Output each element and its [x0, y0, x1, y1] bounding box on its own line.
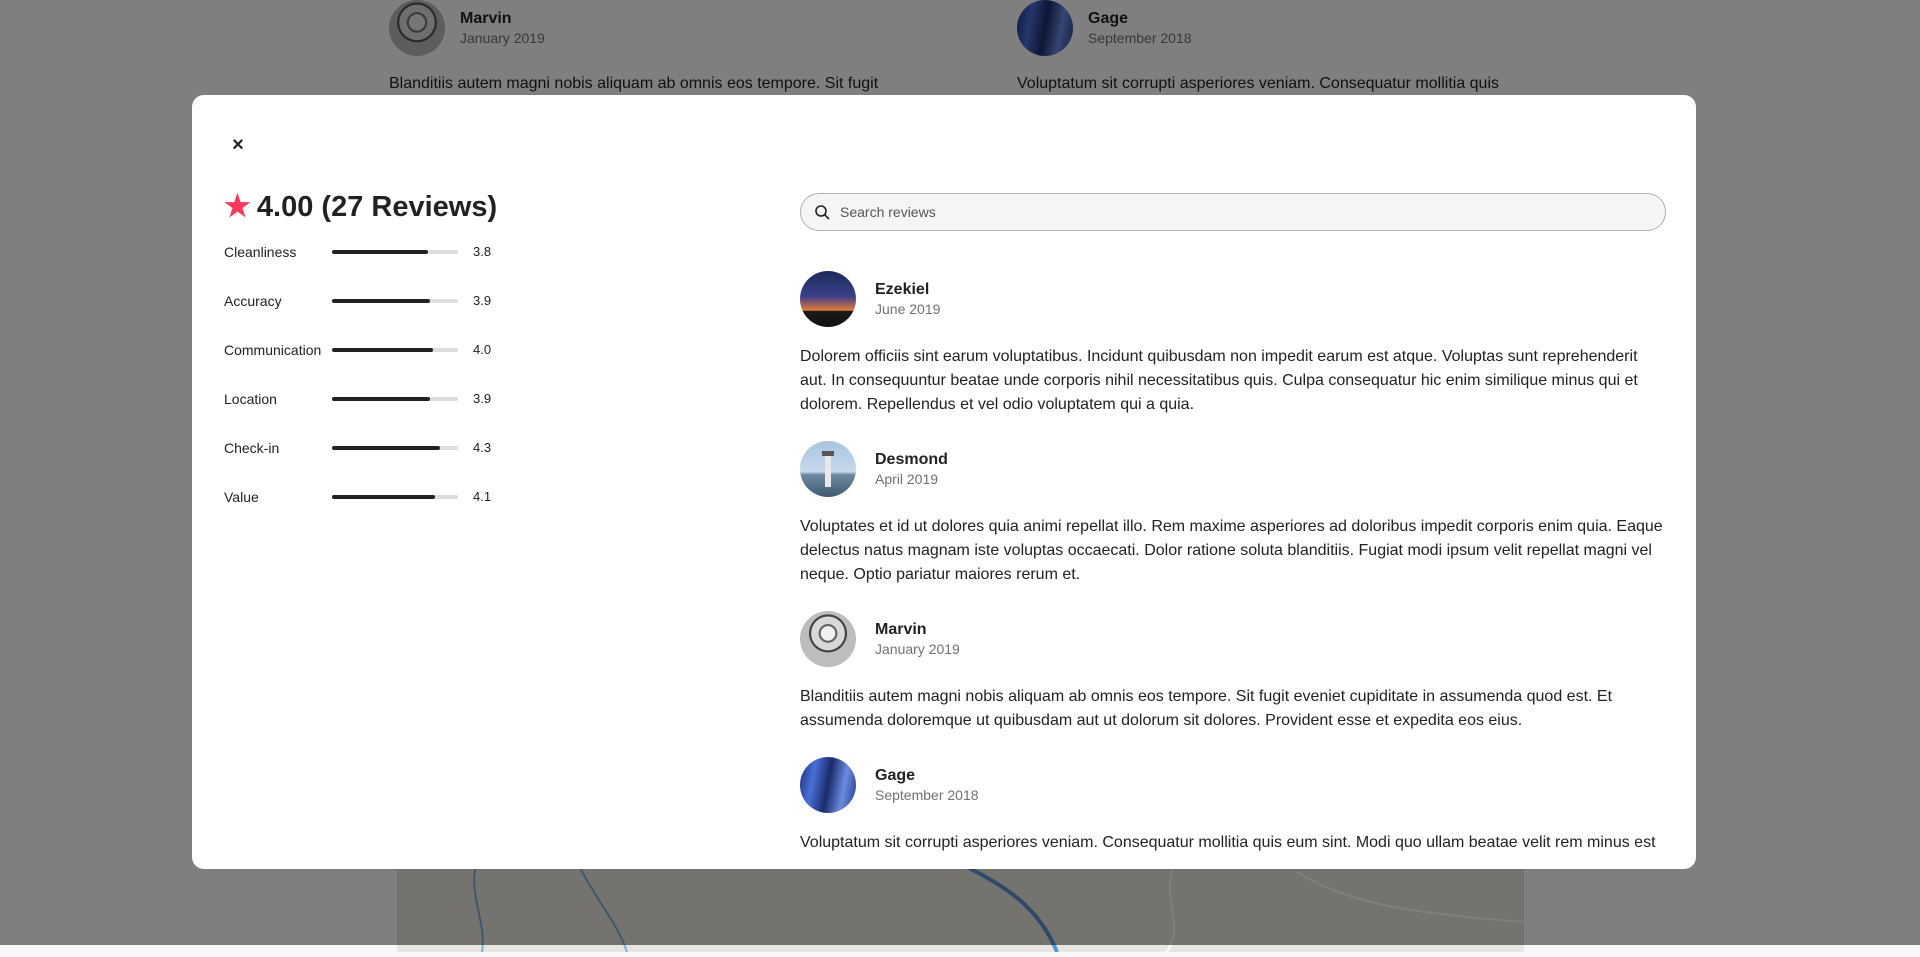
rating-bar-fill: [332, 298, 431, 303]
list-item: Marvin January 2019 Blanditiis autem mag…: [800, 611, 1666, 733]
list-item: Gage September 2018 Voluptatum sit corru…: [800, 757, 1666, 855]
rating-category-label: Location: [224, 390, 277, 407]
avatar: [800, 611, 856, 667]
rating-bar-fill: [332, 249, 428, 254]
review-text: Voluptates et id ut dolores quia animi r…: [800, 518, 1663, 583]
review-date: April 2019: [875, 471, 939, 487]
rating-bar-fill: [332, 347, 433, 352]
rating-category-value: 4.0: [473, 342, 492, 357]
reviewer-name: Ezekiel: [875, 281, 930, 298]
rating-summary: ★ 4.00 (27 Reviews) Cleanliness 3.8 Accura…: [224, 187, 624, 521]
close-button[interactable]: ×: [222, 129, 254, 161]
avatar: [800, 757, 856, 813]
close-icon: ×: [232, 133, 244, 156]
rating-bar-fill: [332, 445, 441, 450]
rating-category-row: Location 3.9: [224, 374, 624, 423]
reviewer-name: Desmond: [875, 451, 948, 468]
rating-bar: [332, 396, 458, 401]
rating-category-row: Cleanliness 3.8: [224, 227, 624, 276]
rating-category-value: 3.8: [473, 244, 492, 259]
list-item: Ezekiel June 2019 Dolorem officiis sint …: [800, 271, 1666, 417]
rating-bar-fill: [332, 396, 431, 401]
rating-category-label: Communication: [224, 341, 322, 358]
review-text: Blanditiis autem magni nobis aliquam ab …: [800, 688, 1613, 729]
rating-categories: Cleanliness 3.8 Accuracy 3.9 Communication 4.…: [224, 227, 624, 521]
rating-category-value: 3.9: [473, 391, 492, 406]
search-input[interactable]: [838, 203, 1651, 221]
rating-category-value: 3.9: [473, 293, 492, 308]
rating-bar: [332, 347, 458, 352]
rating-heading: ★ 4.00 (27 Reviews): [224, 187, 624, 227]
search-box[interactable]: [800, 193, 1666, 231]
avatar: [800, 271, 856, 327]
rating-category-value: 4.3: [473, 440, 492, 455]
rating-bar: [332, 298, 458, 303]
review-text: Dolorem officiis sint earum voluptatibus…: [800, 348, 1638, 413]
rating-category-label: Value: [224, 488, 259, 505]
reviews-panel: Ezekiel June 2019 Dolorem officiis sint …: [800, 193, 1666, 869]
star-icon: ★: [224, 190, 251, 223]
search-icon: [815, 204, 830, 220]
reviewer-name: Gage: [875, 767, 916, 784]
reviews-modal: × ★ 4.00 (27 Reviews) Cleanliness 3.8 Accu…: [192, 95, 1696, 869]
rating-category-row: Communication 4.0: [224, 325, 624, 374]
rating-bar: [332, 494, 458, 499]
rating-category-row: Check-in 4.3: [224, 423, 624, 472]
rating-category-label: Accuracy: [224, 292, 282, 309]
review-date: January 2019: [875, 641, 960, 657]
rating-bar-fill: [332, 494, 436, 499]
list-item: Desmond April 2019 Voluptates et id ut d…: [800, 441, 1666, 587]
rating-bar: [332, 445, 458, 450]
rating-summary-text: 4.00 (27 Reviews): [256, 191, 498, 223]
reviews-list: Ezekiel June 2019 Dolorem officiis sint …: [800, 271, 1666, 855]
rating-category-label: Check-in: [224, 439, 280, 456]
rating-category-label: Cleanliness: [224, 243, 297, 260]
review-text: Voluptatum sit corrupti asperiores venia…: [800, 834, 1656, 851]
reviewer-name: Marvin: [875, 621, 927, 638]
rating-category-value: 4.1: [473, 489, 492, 504]
rating-category-row: Accuracy 3.9: [224, 276, 624, 325]
review-date: September 2018: [875, 787, 979, 803]
rating-bar: [332, 249, 458, 254]
review-date: June 2019: [875, 301, 941, 317]
avatar: [800, 441, 856, 497]
rating-category-row: Value 4.1: [224, 472, 624, 521]
